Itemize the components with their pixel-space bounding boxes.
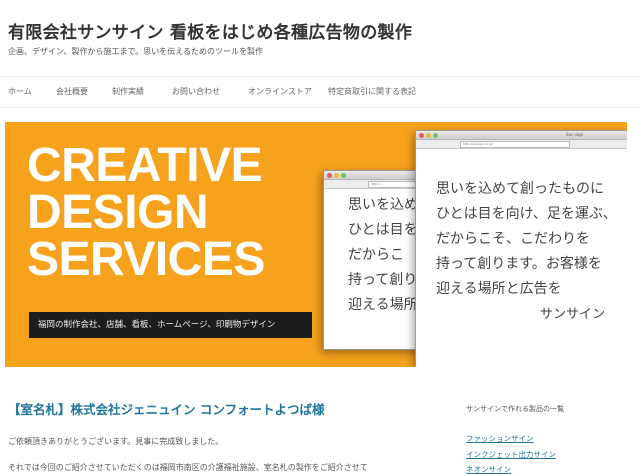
nav-item-home[interactable]: ホーム — [8, 86, 32, 97]
site-tagline: 企画、デザイン、製作から施工まで。思いを伝えるためのツールを製作 — [8, 47, 263, 56]
main-navigation: ホーム 会社概要 制作実績 お問い合わせ オンラインストア 特定商取引に関する表… — [0, 76, 640, 108]
post-excerpt-line: ご依頼頂きありがとうございます。見事に完成致しました。 — [8, 437, 224, 446]
close-dot-icon — [327, 173, 332, 178]
window-toolbar: http://sunsign.co.jp/ — [416, 140, 627, 149]
sidebar-link-fashion-sign[interactable]: ファッションサイン — [466, 433, 534, 444]
hero-subtitle: 福岡の制作会社、店舗、看板、ホームページ、印刷物デザイン — [29, 312, 312, 338]
text-line: ひとは目を — [348, 222, 418, 238]
sidebar-widget-title: サンサインで作れる製品の一覧 — [466, 405, 564, 413]
text-line: だからこ — [348, 247, 404, 263]
minimize-dot-icon — [426, 133, 431, 138]
hero-title-line: DESIGN — [27, 186, 209, 239]
site-title[interactable]: 有限会社サンサイン 看板をはじめ各種広告物の製作 — [8, 18, 412, 43]
text-line: 思いを込め — [348, 197, 418, 213]
maximize-dot-icon — [341, 173, 346, 178]
address-bar: http://sunsign.co.jp/ — [460, 141, 570, 148]
text-line: 思いを込めて創ったものに — [436, 181, 604, 197]
text-line: 持って創ります。お客様を — [436, 256, 602, 272]
window-signature: サンサイン — [540, 307, 606, 322]
text-line: 迎える場所 — [348, 297, 418, 313]
text-line: ひとは目を向け、足を運ぶ、 — [436, 206, 617, 222]
text-line: だからこそ、こだわりを — [436, 231, 590, 247]
back-window-text: 思いを込め ひとは目を だからこ 持って創り 迎える場所 — [348, 193, 418, 318]
minimize-dot-icon — [334, 173, 339, 178]
hero-title-line: SERVICES — [27, 233, 265, 286]
post-title[interactable]: 【室名札】株式会社ジェニュイン コンフォートよつば様 — [8, 399, 324, 418]
nav-item-online-store[interactable]: オンラインストア — [248, 86, 312, 97]
hero-banner: CREATIVE DESIGN SERVICES 福岡の制作会社、店舗、看板、ホ… — [5, 122, 627, 367]
nav-item-legal-notice[interactable]: 特定商取引に関する表記 — [328, 86, 416, 97]
front-window-text: 思いを込めて創ったものに ひとは目を向け、足を運ぶ、 だからこそ、こだわりを 持… — [436, 177, 617, 302]
front-browser-window: Sun sign http://sunsign.co.jp/ 思いを込めて創った… — [415, 130, 627, 367]
text-line: 迎える場所と広告を — [436, 281, 562, 297]
nav-item-company[interactable]: 会社概要 — [56, 86, 88, 97]
close-dot-icon — [419, 133, 424, 138]
hero-title-line: CREATIVE — [27, 139, 263, 192]
window-tab-title: Sun sign — [566, 132, 584, 137]
sidebar-link-neon-sign[interactable]: ネオンサイン — [466, 464, 511, 474]
text-line: 持って創り — [348, 272, 418, 288]
sidebar-link-inkjet-sign[interactable]: インクジェット出力サイン — [466, 449, 556, 460]
nav-item-contact[interactable]: お問い合わせ — [172, 86, 220, 97]
hero-title: CREATIVE DESIGN SERVICES — [27, 139, 265, 286]
window-title-bar: Sun sign — [416, 131, 627, 140]
nav-item-works[interactable]: 制作実績 — [112, 86, 144, 97]
post-excerpt-line: それでは今回のご紹介させていただくのは福岡市南区の介護福祉施設、室名札の製作をご… — [8, 463, 368, 472]
maximize-dot-icon — [433, 133, 438, 138]
